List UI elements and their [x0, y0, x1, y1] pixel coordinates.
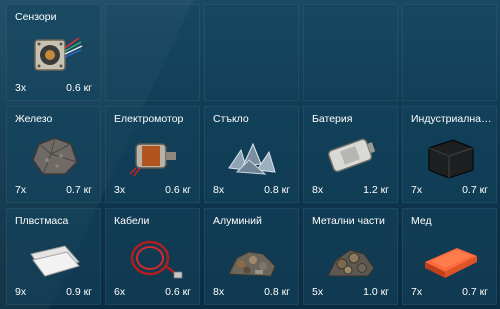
item-quantity: 3x	[114, 184, 126, 196]
empty-slot[interactable]	[204, 4, 299, 101]
empty-slot[interactable]	[105, 4, 200, 101]
sensor-icon	[21, 28, 87, 78]
battery-icon	[318, 130, 384, 180]
item-quantity: 9x	[15, 286, 27, 298]
item-weight: 0.7 кг	[66, 184, 92, 196]
item-quantity: 5x	[312, 286, 324, 298]
item-slot-electric-motor[interactable]: Електромотор 3x 0.6 кг	[105, 106, 200, 203]
item-quantity: 8x	[213, 184, 225, 196]
item-quantity: 7x	[411, 286, 423, 298]
copper-ingot-icon	[417, 232, 483, 282]
item-weight: 0.7 кг	[462, 184, 488, 196]
item-weight: 0.7 кг	[462, 286, 488, 298]
item-slot-aluminium[interactable]: Алуминий 8x 0.8 кг	[204, 208, 299, 305]
item-name: Сензори	[15, 11, 57, 23]
item-name: Железо	[15, 113, 53, 125]
empty-slot[interactable]	[303, 4, 398, 101]
item-weight: 0.9 кг	[66, 286, 92, 298]
glass-shards-icon	[219, 130, 285, 180]
item-slot-industrial-rubber[interactable]: Индустриална г... 7x 0.7 кг	[402, 106, 497, 203]
item-name: Плвстмаса	[15, 215, 69, 227]
item-slot-cables[interactable]: Кабели 6x 0.6 кг	[105, 208, 200, 305]
item-weight: 1.0 кг	[363, 286, 389, 298]
item-quantity: 8x	[312, 184, 324, 196]
item-name: Индустриална г...	[411, 113, 492, 125]
item-weight: 0.6 кг	[165, 286, 191, 298]
iron-ore-icon	[21, 130, 87, 180]
item-name: Електромотор	[114, 113, 184, 125]
item-weight: 1.2 кг	[363, 184, 389, 196]
item-slot-battery[interactable]: Батерия 8x 1.2 кг	[303, 106, 398, 203]
item-slot-plastic[interactable]: Плвстмаса 9x 0.9 кг	[6, 208, 101, 305]
item-quantity: 3x	[15, 82, 27, 94]
item-name: Кабели	[114, 215, 150, 227]
industrial-rubber-icon	[417, 130, 483, 180]
item-quantity: 7x	[15, 184, 27, 196]
plastic-sheets-icon	[21, 232, 87, 282]
item-name: Алуминий	[213, 215, 262, 227]
electric-motor-icon	[120, 130, 186, 180]
item-quantity: 7x	[411, 184, 423, 196]
item-slot-iron[interactable]: Железо 7x 0.7 кг	[6, 106, 101, 203]
item-weight: 0.6 кг	[66, 82, 92, 94]
item-weight: 0.6 кг	[165, 184, 191, 196]
aluminium-scrap-icon	[219, 232, 285, 282]
metal-parts-icon	[318, 232, 384, 282]
item-slot-glass[interactable]: Стъкло 8x 0.8 кг	[204, 106, 299, 203]
item-slot-copper[interactable]: Мед 7x 0.7 кг	[402, 208, 497, 305]
item-weight: 0.8 кг	[264, 184, 290, 196]
item-quantity: 8x	[213, 286, 225, 298]
empty-slot[interactable]	[402, 4, 497, 101]
item-quantity: 6x	[114, 286, 126, 298]
item-slot-metal-parts[interactable]: Метални части 5x 1.0 кг	[303, 208, 398, 305]
item-name: Мед	[411, 215, 432, 227]
cable-icon	[120, 232, 186, 282]
item-name: Батерия	[312, 113, 353, 125]
item-slot-sensors[interactable]: Сензори 3x 0.6 кг	[6, 4, 101, 101]
item-name: Стъкло	[213, 113, 249, 125]
item-weight: 0.8 кг	[264, 286, 290, 298]
item-name: Метални части	[312, 215, 385, 227]
inventory-grid: Сензори 3x 0.6 кг Железо 7x 0.7 кг Елект…	[6, 4, 497, 305]
